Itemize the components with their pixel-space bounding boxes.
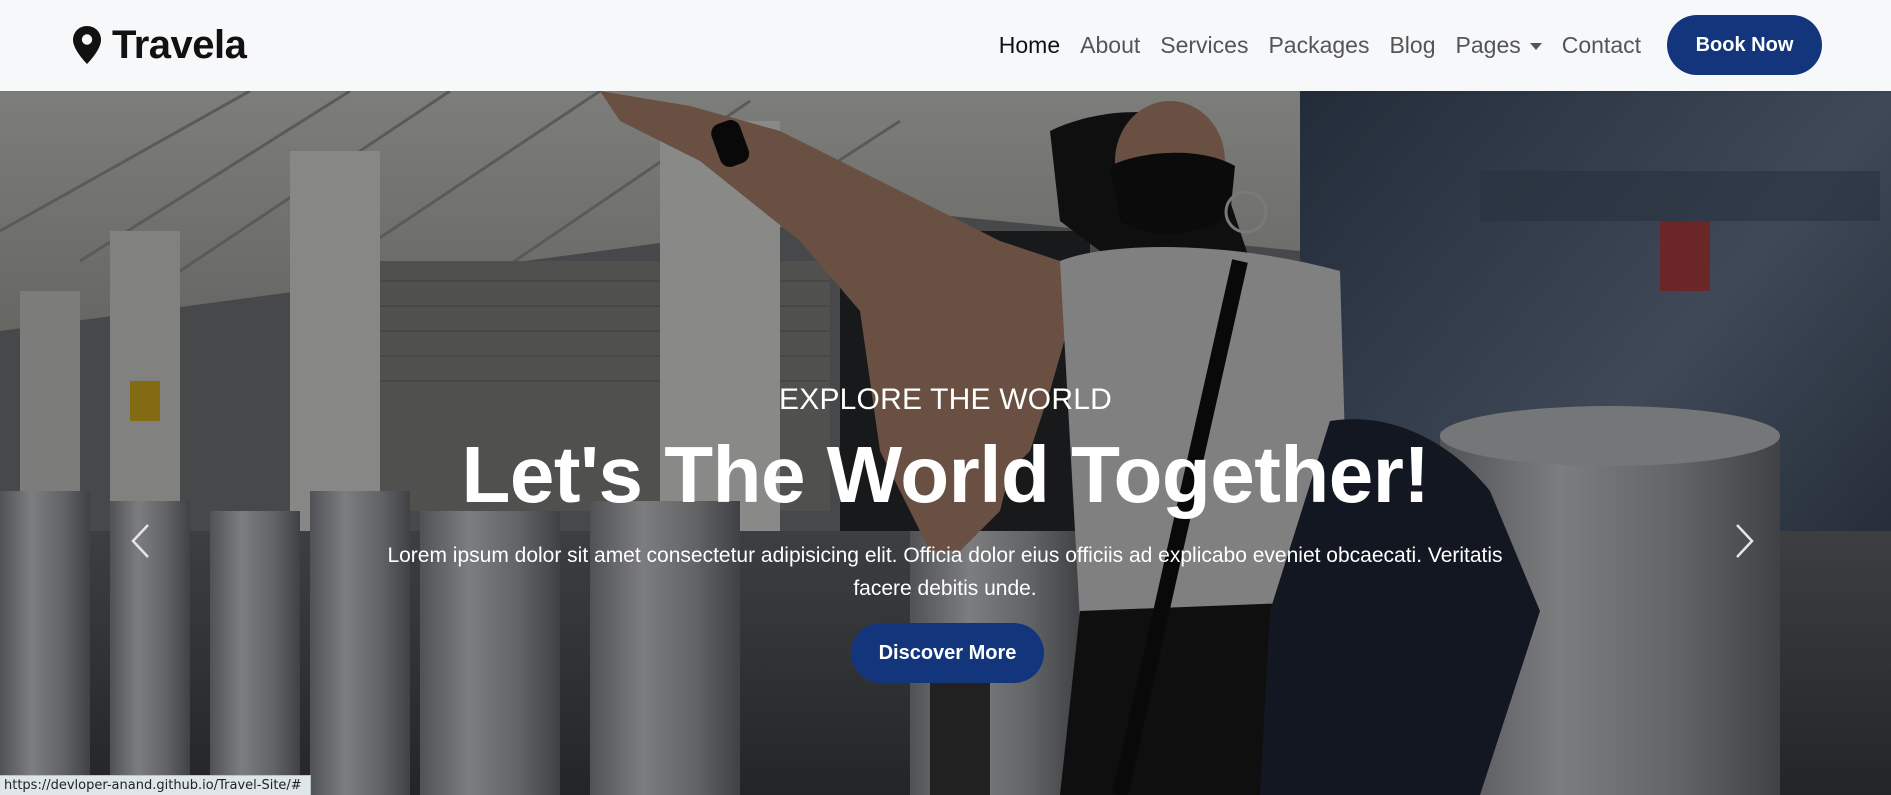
book-now-button[interactable]: Book Now	[1667, 15, 1822, 75]
nav-item-about[interactable]: About	[1080, 32, 1140, 59]
nav-item-blog[interactable]: Blog	[1389, 32, 1435, 59]
chevron-left-icon[interactable]	[120, 511, 160, 571]
hero-subtitle: EXPLORE THE WORLD	[779, 383, 1112, 416]
hero-caption: EXPLORE THE WORLD Let's The World Togeth…	[0, 91, 1891, 795]
hero-title: Let's The World Together!	[461, 430, 1430, 519]
nav-item-packages[interactable]: Packages	[1268, 32, 1369, 59]
nav-item-services[interactable]: Services	[1160, 32, 1248, 59]
hero-carousel: EXPLORE THE WORLD Let's The World Togeth…	[0, 91, 1891, 795]
map-marker-icon	[73, 26, 101, 64]
top-navbar: Travela Home About Services Packages Blo…	[0, 0, 1891, 91]
discover-more-button[interactable]: Discover More	[851, 623, 1044, 683]
chevron-right-icon[interactable]	[1725, 511, 1765, 571]
nav-item-pages-label: Pages	[1455, 32, 1521, 58]
nav-item-contact[interactable]: Contact	[1562, 32, 1641, 59]
nav-item-home[interactable]: Home	[999, 32, 1060, 59]
nav-item-pages-dropdown[interactable]: Pages	[1456, 32, 1542, 59]
brand-logo[interactable]: Travela	[72, 22, 247, 68]
caret-down-icon	[1529, 43, 1542, 50]
nav-menu: Home About Services Packages Blog Pages …	[979, 0, 1641, 91]
hero-description: Lorem ipsum dolor sit amet consectetur a…	[387, 544, 1503, 600]
browser-status-url: https://devloper-anand.github.io/Travel-…	[0, 775, 311, 795]
brand-name: Travela	[112, 22, 247, 67]
